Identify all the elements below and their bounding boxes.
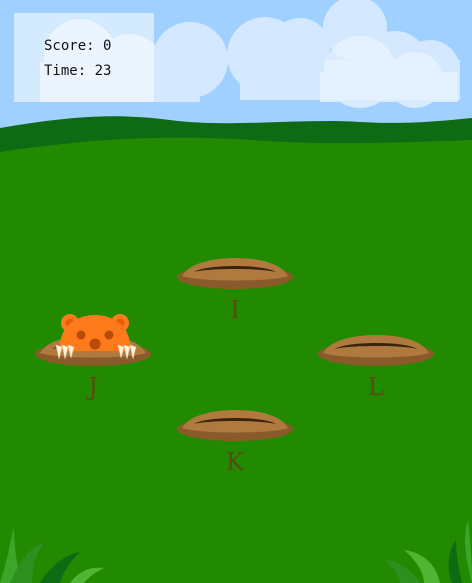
score-text: Score: 0 bbox=[44, 38, 112, 54]
hole-key-label: J bbox=[88, 373, 98, 401]
hole-icon bbox=[177, 410, 293, 441]
hole-l[interactable]: L bbox=[317, 333, 435, 401]
hole-key-label: K bbox=[226, 448, 244, 476]
hole-icon bbox=[318, 335, 434, 366]
mole[interactable] bbox=[52, 311, 140, 363]
hole-icon bbox=[177, 258, 293, 289]
game-scene: Score: 0 Time: 23 I J L K bbox=[0, 0, 472, 583]
mole-icon bbox=[55, 314, 137, 360]
time-text: Time: 23 bbox=[44, 63, 112, 79]
hole-i[interactable]: I bbox=[176, 256, 294, 324]
hole-k[interactable]: K bbox=[176, 408, 294, 476]
hole-key-label: I bbox=[230, 296, 240, 324]
hud-panel: Score: 0 Time: 23 bbox=[14, 13, 154, 102]
hole-key-label: L bbox=[368, 373, 384, 401]
